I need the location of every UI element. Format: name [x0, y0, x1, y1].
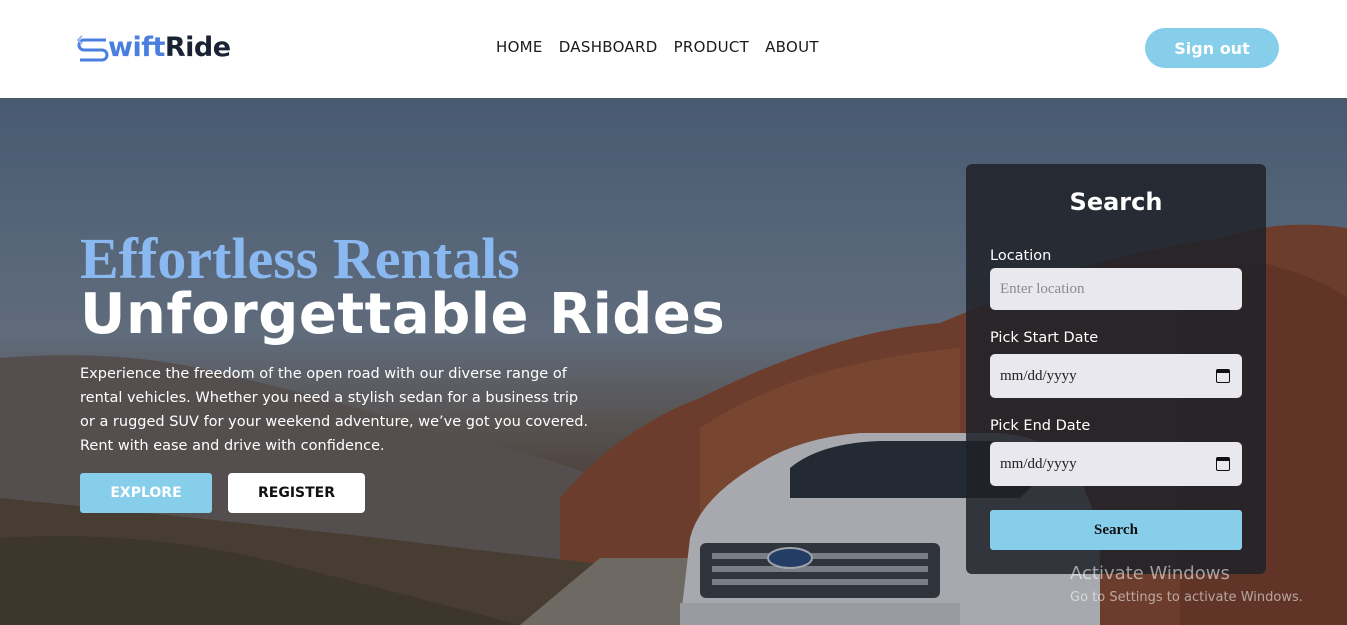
- nav-about[interactable]: ABOUT: [765, 38, 819, 56]
- calendar-icon[interactable]: [1216, 457, 1230, 471]
- watermark-title: Activate Windows: [1070, 563, 1230, 584]
- hero-section: Effortless Rentals Unforgettable Rides E…: [0, 98, 1347, 625]
- search-panel: Search Location Enter location Pick Star…: [966, 164, 1266, 574]
- nav-dashboard[interactable]: DASHBOARD: [559, 38, 658, 56]
- logo[interactable]: wift Ride: [76, 30, 231, 64]
- watermark-subtitle: Go to Settings to activate Windows.: [1070, 590, 1303, 605]
- nav-product[interactable]: PRODUCT: [674, 38, 750, 56]
- explore-button[interactable]: EXPLORE: [80, 473, 212, 513]
- logo-text-ride: Ride: [164, 31, 231, 63]
- logo-text-wift: wift: [108, 31, 165, 63]
- location-label: Location: [990, 248, 1052, 264]
- site-header: wift Ride HOME DASHBOARD PRODUCT ABOUT S…: [0, 0, 1347, 98]
- end-date-label: Pick End Date: [990, 418, 1091, 434]
- end-date-value: mm/dd/yyyy: [1000, 455, 1077, 472]
- headline-secondary: Unforgettable Rides: [80, 282, 726, 347]
- end-date-input[interactable]: mm/dd/yyyy: [990, 442, 1242, 486]
- start-date-label: Pick Start Date: [990, 330, 1099, 346]
- calendar-icon[interactable]: [1216, 369, 1230, 383]
- sign-out-button[interactable]: Sign out: [1145, 28, 1279, 68]
- start-date-value: mm/dd/yyyy: [1000, 367, 1077, 384]
- register-button[interactable]: REGISTER: [228, 473, 365, 513]
- location-input[interactable]: Enter location: [990, 268, 1242, 310]
- start-date-input[interactable]: mm/dd/yyyy: [990, 354, 1242, 398]
- location-placeholder: Enter location: [1000, 280, 1085, 297]
- main-nav: HOME DASHBOARD PRODUCT ABOUT: [496, 38, 819, 56]
- nav-home[interactable]: HOME: [496, 38, 543, 56]
- search-panel-title: Search: [1069, 188, 1163, 216]
- logo-arrows-icon: [76, 35, 109, 62]
- hero-description: Experience the freedom of the open road …: [80, 366, 589, 454]
- windows-activation-watermark: Activate Windows Go to Settings to activ…: [1070, 563, 1303, 605]
- search-button[interactable]: Search: [990, 510, 1242, 550]
